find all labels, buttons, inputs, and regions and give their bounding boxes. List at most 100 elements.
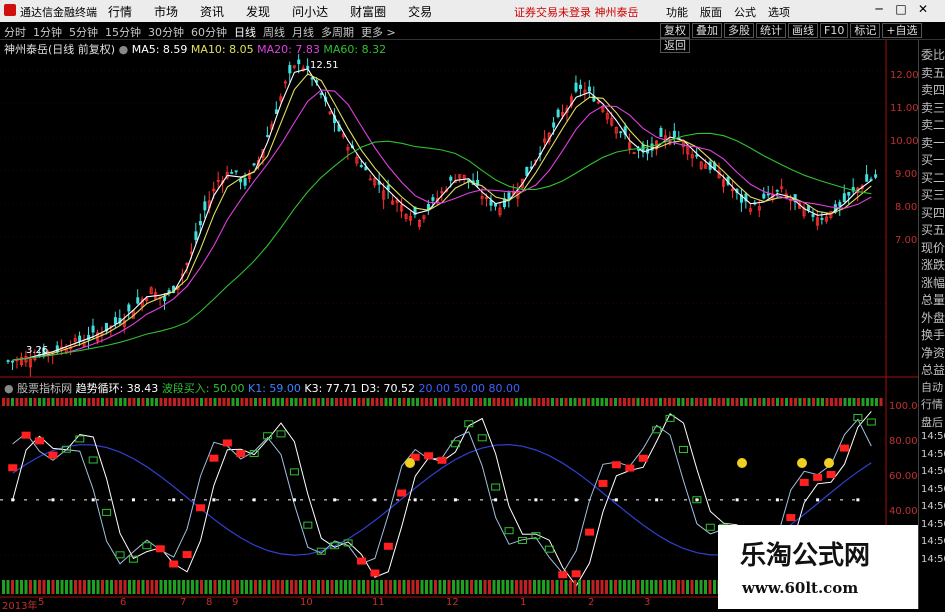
candle-body	[865, 174, 869, 182]
signal-bar	[501, 398, 505, 406]
signal-bar	[159, 398, 163, 406]
signal-bar	[821, 398, 824, 406]
trend-cycle-block	[289, 468, 299, 476]
candle-body	[319, 93, 323, 95]
signal-bar	[816, 398, 820, 406]
trend-cycle-block	[8, 464, 18, 472]
signal-bar	[168, 580, 172, 594]
quote-panel-item: 涨幅	[921, 275, 945, 290]
signal-bar	[411, 398, 415, 406]
price-tick: 8.00	[895, 202, 918, 213]
k1-value: K1: 59.00	[248, 382, 301, 395]
signal-bar	[573, 580, 577, 594]
signal-bar	[245, 398, 248, 406]
signal-bar	[56, 398, 59, 406]
signal-bar	[492, 580, 496, 594]
signal-bar	[695, 398, 698, 406]
signal-bar	[60, 580, 64, 594]
trend-cycle-block	[236, 450, 246, 458]
signal-bar	[875, 398, 878, 406]
signal-bar	[267, 398, 271, 406]
quote-panel-item: 14:50	[921, 431, 945, 442]
signal-bar	[699, 580, 703, 594]
quote-panel-item[interactable]: 盘后	[921, 414, 945, 430]
candle-body	[552, 122, 556, 128]
signal-bar	[303, 398, 307, 406]
signal-bar	[290, 580, 293, 594]
candle-body	[113, 317, 117, 325]
signal-bar	[785, 398, 788, 406]
signal-bar	[87, 398, 91, 406]
signal-bar	[137, 398, 140, 406]
signal-bar	[609, 398, 613, 406]
quote-panel-item[interactable]: 自动	[921, 379, 945, 395]
signal-bar	[164, 398, 167, 406]
signal-bar	[218, 580, 221, 594]
signal-bar	[443, 580, 446, 594]
signal-bar	[173, 580, 176, 594]
signal-bar	[542, 398, 545, 406]
trend-cycle-block	[75, 435, 85, 443]
signal-bar	[686, 580, 689, 594]
candle-body	[556, 109, 560, 118]
price-tick: 7.00	[895, 235, 918, 246]
quote-panel-item[interactable]: 行情	[921, 396, 945, 412]
signal-bar	[308, 398, 311, 406]
chart-canvas[interactable]: 12.51 3.26	[0, 0, 945, 609]
signal-bar	[74, 398, 77, 406]
signal-bar	[614, 398, 617, 406]
signal-bar	[294, 580, 298, 594]
signal-bar	[672, 580, 676, 594]
trend-cycle-block	[839, 444, 849, 452]
candle-body	[163, 296, 167, 301]
signal-bar	[789, 398, 793, 406]
trend-cycle-block	[786, 514, 796, 522]
signal-bar	[186, 398, 190, 406]
signal-bar	[735, 398, 739, 406]
signal-bar	[587, 580, 590, 594]
band-buy-value: 波段买入: 50.00	[161, 382, 245, 395]
signal-bar	[146, 580, 149, 594]
band-dot	[735, 498, 739, 502]
signal-bar	[51, 580, 55, 594]
signal-bar	[245, 580, 248, 594]
trend-cycle-block	[142, 542, 152, 550]
indicator-tick: 80.00	[889, 436, 918, 447]
signal-bar	[24, 398, 28, 406]
signal-bar	[87, 580, 91, 594]
signal-bar	[641, 398, 644, 406]
signal-bar	[308, 580, 311, 594]
signal-bar	[213, 580, 217, 594]
trend-cycle-block	[558, 571, 568, 579]
candle-body	[368, 178, 372, 181]
signal-bar	[434, 580, 437, 594]
signal-bar	[299, 580, 302, 594]
signal-bar	[69, 398, 73, 406]
signal-bar	[222, 398, 226, 406]
signal-bar	[164, 580, 167, 594]
signal-bar	[15, 580, 19, 594]
signal-bar	[659, 580, 662, 594]
trend-cycle-block	[826, 470, 836, 478]
indicator-dot-icon[interactable]: ●	[4, 382, 14, 395]
signal-bar	[74, 580, 77, 594]
trend-cycle-block	[705, 523, 715, 531]
trend-cycle-block	[491, 483, 501, 491]
signal-bar	[452, 398, 455, 406]
signal-bar	[101, 580, 104, 594]
signal-bar	[758, 398, 761, 406]
ma5-line	[12, 68, 872, 361]
candle-body	[869, 178, 873, 181]
signal-bar	[173, 398, 176, 406]
signal-bar	[362, 398, 365, 406]
signal-bar	[353, 580, 356, 594]
signal-bar	[92, 398, 95, 406]
signal-bar	[204, 580, 208, 594]
signal-bar	[254, 580, 257, 594]
ref-80-value: 80.00	[488, 382, 521, 395]
band-dot	[453, 498, 457, 502]
time-tick: 8	[206, 597, 213, 608]
price-tick: 9.00	[895, 169, 918, 180]
band-dot	[11, 498, 15, 502]
trend-cycle-value: 趋势循环: 38.43	[75, 382, 159, 395]
